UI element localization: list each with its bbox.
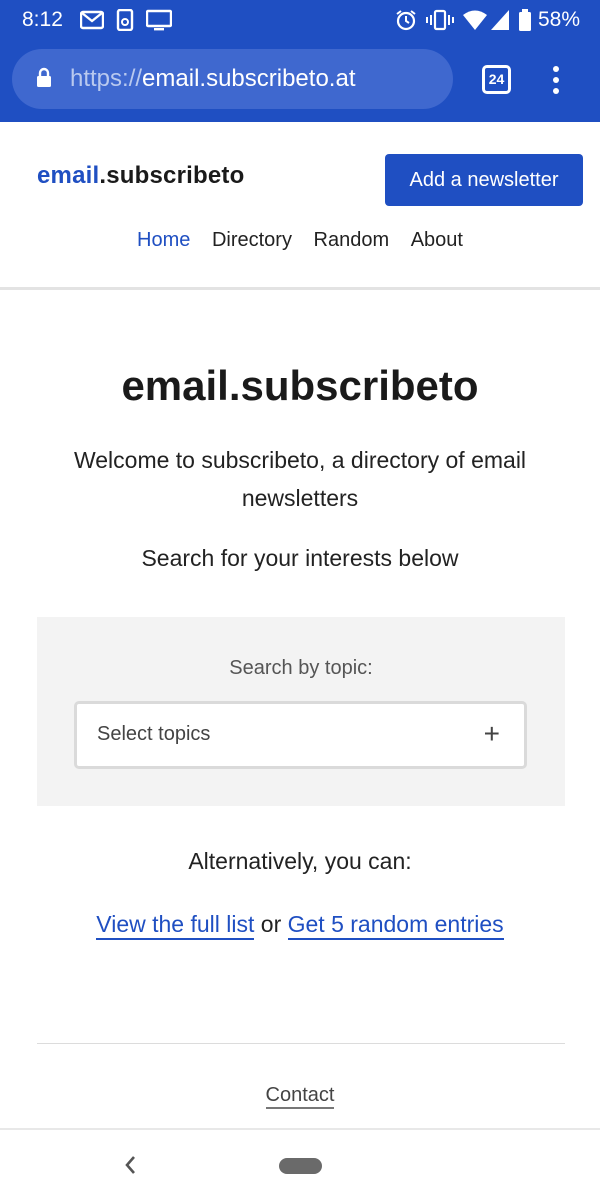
view-full-list-link[interactable]: View the full list [96,911,255,940]
lock-icon [37,67,51,87]
browser-menu-button[interactable] [549,66,563,96]
alternative-links: View the full list or Get 5 random entri… [0,911,600,940]
topic-select[interactable]: Select topics + [74,701,527,769]
dot-icon [553,66,559,72]
nav-about[interactable]: About [411,229,463,251]
random-entries-link[interactable]: Get 5 random entries [287,911,504,940]
footer-contact: Contact [0,1084,600,1109]
battery-percentage: 58% [537,8,580,31]
battery-icon [519,9,531,31]
gmail-icon [80,10,104,30]
url-host: email.subscribeto.at [142,65,356,92]
dot-icon [553,88,559,94]
browser-chrome: 8:12 58% https://email.subscribeto.at 24 [0,0,600,122]
site-logo[interactable]: email.subscribeto [37,162,244,190]
device-icon [116,9,134,31]
vibrate-icon [426,9,454,31]
footer-divider [37,1043,565,1044]
contact-link[interactable]: Contact [265,1084,335,1109]
page-subtitle: Welcome to subscribeto, a directory of e… [73,447,527,511]
dot-icon [553,77,559,83]
header-divider [0,287,600,290]
signal-icon [491,10,509,30]
cast-icon [146,9,172,31]
search-prompt: Search for your interests below [141,545,459,571]
url-text[interactable]: https://email.subscribeto.at [70,65,355,93]
nav-home[interactable]: Home [137,229,190,251]
nav-directory[interactable]: Directory [212,229,292,251]
logo-rest: .subscribeto [99,162,245,189]
main-nav: Home Directory Random About [0,229,600,252]
add-newsletter-button[interactable]: Add a newsletter [385,154,583,206]
search-panel: Search by topic: Select topics + [37,617,565,806]
alarm-icon [396,10,416,31]
plus-icon[interactable]: + [484,720,500,748]
wifi-icon [463,10,487,30]
home-pill-icon[interactable] [279,1158,322,1174]
page-title: email.subscribeto [121,362,479,409]
status-time: 8:12 [22,8,63,31]
topic-select-placeholder: Select topics [97,723,211,745]
address-bar[interactable]: https://email.subscribeto.at [12,49,453,109]
url-protocol: https:// [70,65,143,92]
search-label: Search by topic: [229,657,373,679]
link-connector: or [254,911,288,937]
logo-accent: email [37,162,100,189]
nav-random[interactable]: Random [314,229,390,251]
status-bar: 8:12 58% [0,0,600,40]
tab-switcher-button[interactable]: 24 [482,65,511,94]
back-icon[interactable] [120,1152,140,1178]
system-nav-bar [0,1128,600,1200]
alternative-intro: Alternatively, you can: [188,848,412,874]
